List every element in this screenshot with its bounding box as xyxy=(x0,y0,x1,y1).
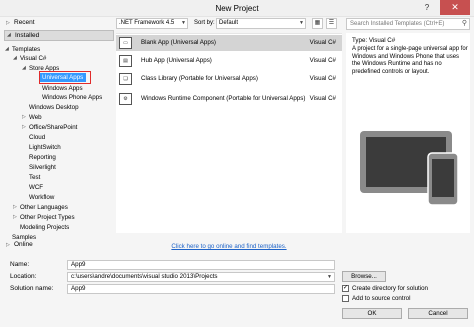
chevron-right-icon: ▷ xyxy=(13,204,17,210)
help-button[interactable]: ? xyxy=(420,2,434,14)
grid-view-icon: ▦ xyxy=(314,20,321,26)
cancel-button[interactable]: Cancel xyxy=(408,308,468,319)
close-icon: ✕ xyxy=(451,2,459,12)
devices-preview-image xyxy=(360,131,459,206)
chevron-right-icon: ▷ xyxy=(22,124,26,130)
tree-item-templates[interactable]: ◢ Templates xyxy=(5,45,40,54)
template-item-hub-app[interactable]: ▤ Hub App (Universal Apps) Visual C# xyxy=(116,53,342,69)
tree-item-windows-apps[interactable]: Windows Apps xyxy=(42,84,83,93)
tree-item-wcf[interactable]: WCF xyxy=(29,183,43,192)
create-directory-checkbox[interactable]: ✓ Create directory for solution xyxy=(342,284,428,293)
online-templates-link[interactable]: Click here to go online and find templat… xyxy=(116,243,342,250)
section-installed-label: Installed xyxy=(15,32,40,39)
close-button[interactable]: ✕ xyxy=(440,0,470,15)
tree-item-windows-phone-apps[interactable]: Windows Phone Apps xyxy=(42,93,102,102)
tree-item-test[interactable]: Test xyxy=(29,173,40,182)
template-categories-pane: ▷ Recent ◢ Installed ◢ Templates ◢ Visual … xyxy=(4,18,114,253)
tree-item-other-languages[interactable]: ▷ Other Languages xyxy=(13,203,68,212)
section-online[interactable]: ▷ Online xyxy=(4,240,114,250)
small-icons-view-button[interactable]: ▦ xyxy=(312,18,323,29)
name-field[interactable]: App9 xyxy=(67,260,335,270)
template-item-class-library[interactable]: ❏ Class Library (Portable for Universal … xyxy=(116,71,342,87)
location-field[interactable]: c:\users\andre\documents\visual studio 2… xyxy=(67,272,335,282)
chevron-right-icon: ▷ xyxy=(6,242,10,248)
blank-app-icon: ▭ xyxy=(119,37,132,49)
browse-button[interactable]: Browse... xyxy=(342,271,386,282)
tree-item-cloud[interactable]: Cloud xyxy=(29,133,45,142)
section-installed[interactable]: ◢ Installed xyxy=(4,30,114,41)
chevron-down-icon: ◢ xyxy=(13,55,17,61)
class-library-icon: ❏ xyxy=(119,73,132,85)
templates-list: ▭ Blank App (Universal Apps) Visual C# ▤… xyxy=(116,33,342,233)
tree-item-other-project-types[interactable]: ▷ Other Project Types xyxy=(13,213,75,222)
checkbox-empty-icon xyxy=(342,294,349,302)
tree-item-workflow[interactable]: Workflow xyxy=(29,193,54,202)
chevron-right-icon: ▷ xyxy=(6,20,10,26)
hub-app-icon: ▤ xyxy=(119,55,132,67)
highlight-annotation-box xyxy=(39,71,91,84)
chevron-down-icon: ◢ xyxy=(5,46,9,52)
section-recent-label: Recent xyxy=(14,19,35,26)
location-label: Location: xyxy=(10,273,37,280)
chevron-down-icon: ▼ xyxy=(299,20,304,26)
chevron-down-icon: ◢ xyxy=(22,65,26,71)
template-item-runtime-component[interactable]: ⚙ Windows Runtime Component (Portable fo… xyxy=(116,91,342,107)
add-source-control-checkbox[interactable]: Add to source control xyxy=(342,294,410,303)
checkmark-icon: ✓ xyxy=(342,284,349,292)
solution-name-field[interactable]: App9 xyxy=(67,284,335,294)
tree-item-reporting[interactable]: Reporting xyxy=(29,153,56,162)
name-label: Name: xyxy=(10,261,30,268)
sort-select[interactable]: Default ▼ xyxy=(216,18,306,29)
solution-name-label: Solution name: xyxy=(10,285,54,292)
template-type: Type: Visual C# xyxy=(352,37,396,44)
tree-item-office-sharepoint[interactable]: ▷ Office/SharePoint xyxy=(22,123,77,132)
search-icon: ⚲ xyxy=(461,20,467,27)
tree-item-lightswitch[interactable]: LightSwitch xyxy=(29,143,61,152)
chevron-right-icon: ▷ xyxy=(22,114,26,120)
framework-select[interactable]: .NET Framework 4.5 ▼ xyxy=(116,18,188,29)
tree-item-silverlight[interactable]: Silverlight xyxy=(29,163,56,172)
tree-item-modeling-projects[interactable]: Modeling Projects xyxy=(20,223,69,232)
chevron-down-icon: ▼ xyxy=(327,274,332,280)
template-item-blank-app[interactable]: ▭ Blank App (Universal Apps) Visual C# xyxy=(116,35,342,51)
chevron-down-icon: ▼ xyxy=(181,20,186,26)
section-online-label: Online xyxy=(14,241,33,248)
search-placeholder: Search Installed Templates (Ctrl+E) xyxy=(350,21,445,27)
chevron-down-icon: ◢ xyxy=(7,32,11,38)
list-view-button[interactable]: ☰ xyxy=(326,18,337,29)
tree-item-visual-csharp[interactable]: ◢ Visual C# xyxy=(13,54,46,63)
title-bar: New Project ? ✕ xyxy=(0,0,474,17)
window-title: New Project xyxy=(215,4,259,13)
template-description: A project for a single-page universal ap… xyxy=(352,46,468,75)
dialog-body: ▷ Recent ◢ Installed ◢ Templates ◢ Visual … xyxy=(0,17,474,327)
ok-button[interactable]: OK xyxy=(342,308,402,319)
tree-item-windows-desktop[interactable]: Windows Desktop xyxy=(29,103,79,112)
list-view-icon: ☰ xyxy=(328,20,335,26)
chevron-right-icon: ▷ xyxy=(13,214,17,220)
section-recent[interactable]: ▷ Recent xyxy=(4,18,114,28)
sort-label: Sort by: xyxy=(194,20,215,26)
template-details-pane: Type: Visual C# A project for a single-p… xyxy=(346,33,470,233)
runtime-component-icon: ⚙ xyxy=(119,93,132,105)
filter-bar: .NET Framework 4.5 ▼ Sort by: Default ▼ … xyxy=(116,18,342,30)
tree-item-web[interactable]: ▷ Web xyxy=(22,113,42,122)
search-input[interactable]: Search Installed Templates (Ctrl+E) ⚲ xyxy=(346,18,470,30)
